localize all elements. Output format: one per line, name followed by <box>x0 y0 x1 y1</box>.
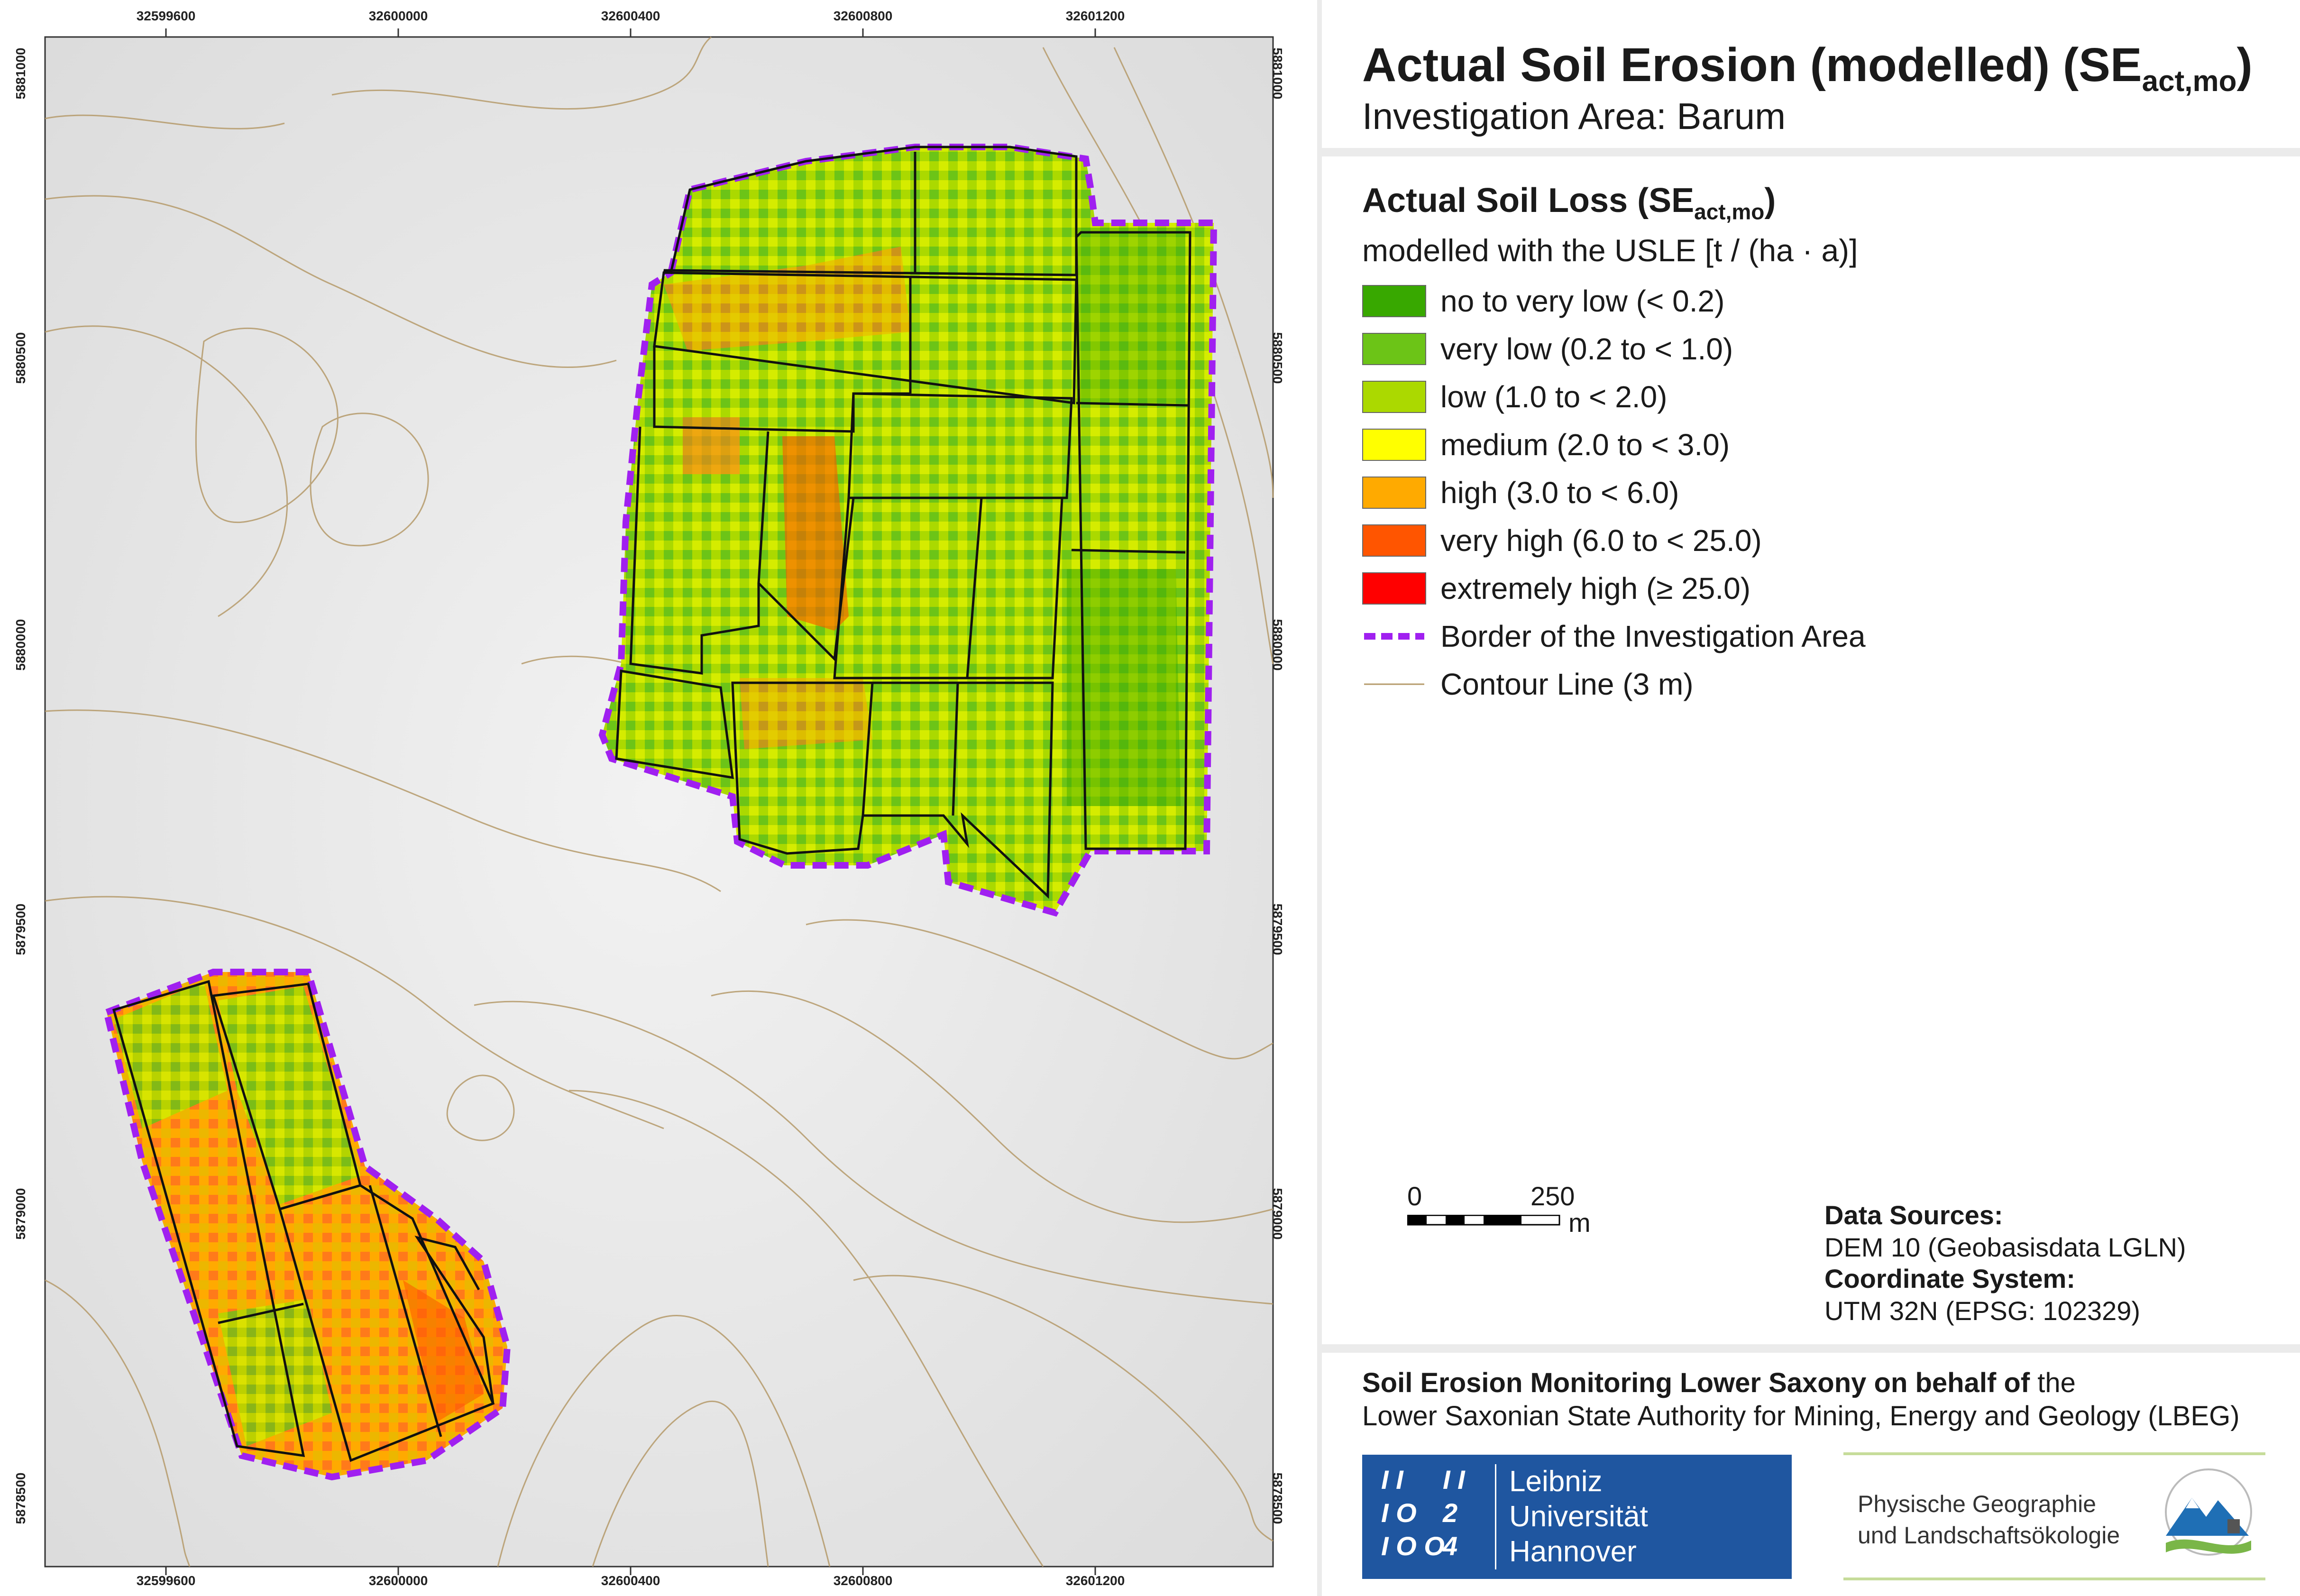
map-frame: 32599600 32600000 32600400 32600800 3260… <box>0 0 1317 1596</box>
legend-label: medium (2.0 to < 3.0) <box>1440 428 1730 462</box>
legend-item: extremely high (≥ 25.0) <box>1362 569 1750 607</box>
legend-swatch <box>1362 477 1426 509</box>
tick-x-top: 32600000 <box>368 9 428 23</box>
map-canvas[interactable] <box>0 0 1317 1596</box>
data-sources-value: DEM 10 (Geobasisdata LGLN) <box>1824 1232 2186 1262</box>
luh-line: Leibniz <box>1509 1465 1603 1498</box>
tick-y-left: 5878500 <box>13 1472 28 1524</box>
luh-line: Universität <box>1509 1500 1648 1533</box>
legend-item: medium (2.0 to < 3.0) <box>1362 426 1730 464</box>
legend-label: Contour Line (3 m) <box>1440 667 1694 701</box>
legend-panel: Actual Soil Loss (SEact,mo) modelled wit… <box>1322 156 2300 1344</box>
legend-item: high (3.0 to < 6.0) <box>1362 474 1679 512</box>
legend-label: high (3.0 to < 6.0) <box>1440 476 1679 510</box>
crs-value: UTM 32N (EPSG: 102329) <box>1824 1296 2141 1326</box>
tick-x-bottom: 32601200 <box>1065 1573 1125 1588</box>
legend-swatch <box>1362 429 1426 461</box>
legend-item: very low (0.2 to < 1.0) <box>1362 330 1733 368</box>
tick-y-left: 5881000 <box>13 47 28 100</box>
tick-y-left: 5879500 <box>13 903 28 955</box>
mountain-globe-icon <box>2165 1468 2252 1556</box>
pgl-wordmark: Physische Geographie und Landschaftsökol… <box>1858 1488 2120 1551</box>
pgl-line: und Landschaftsökologie <box>1858 1522 2120 1549</box>
tick-y-right: 5878500 <box>1270 1472 1285 1524</box>
tick-y-right: 5880500 <box>1270 332 1285 384</box>
tick-y-left: 5880500 <box>13 332 28 384</box>
scale-start: 0 <box>1407 1181 1422 1211</box>
dashed-border-symbol <box>1364 633 1424 640</box>
tick-x-bottom: 32600400 <box>601 1573 660 1588</box>
legend-item: very high (6.0 to < 25.0) <box>1362 522 1762 560</box>
contour-line-symbol <box>1364 683 1424 685</box>
tick-x-bottom: 32600000 <box>368 1573 428 1588</box>
legend-title: Actual Soil Loss (SEact,mo) <box>1362 182 1776 224</box>
legend-label: very low (0.2 to < 1.0) <box>1440 332 1733 366</box>
tick-y-right: 5879500 <box>1270 903 1285 955</box>
tick-y-left: 5879000 <box>13 1188 28 1240</box>
tick-y-left: 5880000 <box>13 619 28 671</box>
tick-y-right: 5879000 <box>1270 1188 1285 1240</box>
map-subtitle: Investigation Area: Barum <box>1362 95 1786 137</box>
legend-subtitle: modelled with the USLE [t / (ha · a)] <box>1362 233 1858 268</box>
title-panel: Actual Soil Erosion (modelled) (SEact,mo… <box>1322 0 2300 148</box>
pgl-line: Physische Geographie <box>1858 1491 2097 1517</box>
legend-swatch <box>1362 285 1426 317</box>
scale-bar-graphic <box>1407 1215 1560 1226</box>
legend-swatch <box>1362 572 1426 605</box>
legend-label: Border of the Investigation Area <box>1440 619 1866 653</box>
tick-y-right: 5880000 <box>1270 619 1285 671</box>
tick-x-top: 32601200 <box>1065 9 1125 23</box>
legend-label: no to very low (< 0.2) <box>1440 284 1725 318</box>
credits-line-2: Lower Saxonian State Authority for Minin… <box>1362 1401 2240 1431</box>
tick-x-top: 32600800 <box>833 9 893 23</box>
legend-label: very high (6.0 to < 25.0) <box>1440 523 1762 558</box>
legend-item: no to very low (< 0.2) <box>1362 282 1724 320</box>
tick-x-bottom: 32600800 <box>833 1573 893 1588</box>
luh-emblem: I II I I O2 I O O4 <box>1372 1464 1496 1569</box>
credits-panel: Soil Erosion Monitoring Lower Saxony on … <box>1322 1353 2300 1596</box>
scale-unit: m <box>1568 1208 1591 1238</box>
crs-heading: Coordinate System: <box>1824 1264 2075 1293</box>
luh-line: Hannover <box>1509 1535 1637 1568</box>
tick-y-right: 5881000 <box>1270 47 1285 100</box>
luh-wordmark: Leibniz Universität Hannover <box>1509 1464 1648 1569</box>
luh-logo[interactable]: I II I I O2 I O O4 Leibniz Universität H… <box>1362 1455 1792 1579</box>
legend-item-border: Border of the Investigation Area <box>1362 617 1866 655</box>
legend-swatch <box>1362 381 1426 413</box>
legend-item: low (1.0 to < 2.0) <box>1362 378 1667 416</box>
data-sources-heading: Data Sources: <box>1824 1200 2003 1230</box>
pgl-logo[interactable]: Physische Geographie und Landschaftsökol… <box>1843 1452 2265 1580</box>
tick-x-top: 32599600 <box>136 9 196 23</box>
legend-label: extremely high (≥ 25.0) <box>1440 571 1751 605</box>
legend-label: low (1.0 to < 2.0) <box>1440 380 1668 414</box>
map-title: Actual Soil Erosion (modelled) (SEact,mo… <box>1362 38 2253 98</box>
legend-item-contour: Contour Line (3 m) <box>1362 665 1694 703</box>
tick-x-top: 32600400 <box>601 9 660 23</box>
credits-line-1: Soil Erosion Monitoring Lower Saxony on … <box>1362 1367 2076 1398</box>
legend-swatch <box>1362 524 1426 557</box>
tick-x-bottom: 32599600 <box>136 1573 196 1588</box>
legend-swatch <box>1362 333 1426 365</box>
